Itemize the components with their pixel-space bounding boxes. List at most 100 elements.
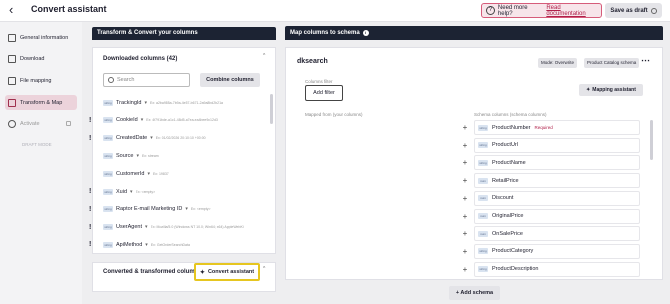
type-tag: string bbox=[103, 99, 113, 106]
add-schema-button[interactable]: + Add schema bbox=[449, 286, 500, 300]
add-mapping-icon[interactable]: + bbox=[460, 212, 470, 221]
magic-wand-icon: ✦ bbox=[586, 87, 591, 93]
column-row[interactable]: string CustomerId ▾ Ex: 19837 bbox=[103, 166, 268, 181]
schema-column[interactable]: num OnSalePrice bbox=[474, 226, 640, 242]
sidebar-item-download[interactable]: Download bbox=[5, 51, 77, 66]
sidebar-item-label: Download bbox=[20, 55, 45, 62]
add-filter-button[interactable]: Add filter bbox=[305, 85, 343, 101]
help-banner: ? Need more help? Read documentation bbox=[481, 3, 602, 18]
more-options-icon[interactable]: ⋯ bbox=[641, 56, 650, 65]
type-tag: string bbox=[103, 135, 113, 142]
column-name: UserAgent bbox=[116, 224, 142, 231]
scrollbar[interactable] bbox=[650, 120, 653, 160]
add-mapping-icon[interactable]: + bbox=[460, 123, 470, 132]
chevron-down-icon[interactable]: ▾ bbox=[130, 189, 133, 195]
type-tag: string bbox=[103, 170, 113, 177]
column-name: Xuid bbox=[116, 188, 128, 195]
schema-column-name: ProductUrl bbox=[492, 142, 518, 149]
schema-column-name: RetailPrice bbox=[492, 177, 519, 184]
column-name: CustomerId bbox=[116, 170, 145, 177]
chevron-down-icon[interactable]: ▾ bbox=[145, 224, 148, 230]
chevron-down-icon[interactable]: ▾ bbox=[145, 242, 148, 248]
chevron-down-icon[interactable]: ▾ bbox=[144, 100, 147, 106]
add-mapping-icon[interactable]: + bbox=[460, 265, 470, 274]
save-as-draft-label: Save as draft bbox=[610, 7, 648, 14]
add-mapping-icon[interactable]: + bbox=[460, 247, 470, 256]
converted-columns-title: Converted & transformed columns bbox=[103, 269, 202, 275]
column-row[interactable]: ! string CookieId ▾ Ex: 4f791bde-a1c1-48d5-a… bbox=[89, 113, 268, 128]
schema-column[interactable]: num RetailPrice bbox=[474, 173, 640, 189]
scrollbar[interactable] bbox=[270, 94, 273, 124]
downloaded-columns-card: Downloaded columns (42) ˆ Search Combine… bbox=[89, 47, 276, 254]
sidebar-item-label: Transform & Map bbox=[20, 99, 63, 106]
column-name: ApiMethod bbox=[116, 241, 143, 248]
sidebar-item-transform-map[interactable]: Transform & Map bbox=[5, 95, 77, 110]
top-bar: ‹ Convert assistant ? Need more help? Re… bbox=[0, 0, 670, 22]
column-row[interactable]: string Source ▾ Ex: stream bbox=[103, 148, 268, 163]
type-tag: string bbox=[478, 124, 488, 131]
schema-row: + num RetailPrice bbox=[460, 173, 644, 189]
column-row[interactable]: ! string CreatedDate ▾ Ex: 01/02/2026 20:10:… bbox=[89, 131, 268, 146]
type-tag: string bbox=[478, 142, 488, 149]
column-row[interactable]: ! string Raptor E-mail Marketing ID ▾ Ex: <e… bbox=[89, 202, 268, 217]
converted-columns-card: Converted & transformed columns ✦ Conver… bbox=[92, 262, 276, 292]
combine-columns-button[interactable]: Combine columns bbox=[200, 73, 260, 87]
schema-column-name: OnSalePrice bbox=[492, 230, 523, 237]
download-icon bbox=[8, 54, 16, 63]
type-tag: string bbox=[478, 159, 488, 166]
search-placeholder: Search bbox=[117, 77, 135, 83]
warning-icon: ! bbox=[89, 205, 92, 213]
back-arrow-icon[interactable]: ‹ bbox=[9, 3, 21, 17]
column-example: Ex: GetOrderSearchData bbox=[150, 242, 190, 247]
mapping-assistant-button[interactable]: ✦ Mapping assistant bbox=[579, 84, 643, 96]
add-mapping-icon[interactable]: + bbox=[460, 229, 470, 238]
search-input[interactable]: Search bbox=[103, 73, 190, 87]
convert-assistant-button[interactable]: ✦ Convert assistant bbox=[194, 263, 260, 281]
schema-column[interactable]: num Discount bbox=[474, 190, 640, 206]
chevron-down-icon[interactable]: ▾ bbox=[185, 206, 188, 212]
schema-column[interactable]: string ProductCategory bbox=[474, 243, 640, 259]
column-row[interactable]: ! string UserAgent ▾ Ex: Mozilla/5.0 (Window… bbox=[89, 220, 268, 235]
save-as-draft-button[interactable]: Save as draft bbox=[605, 3, 662, 18]
column-row[interactable]: string TrackingId ▾ Ex: a2ba985a-7b9a-4e57-… bbox=[103, 95, 268, 110]
sidebar-item-activate[interactable]: Activate bbox=[5, 116, 77, 131]
lock-icon bbox=[66, 121, 71, 126]
chevron-up-icon[interactable]: ˆ bbox=[263, 267, 265, 274]
type-tag: num bbox=[478, 213, 488, 219]
info-icon[interactable]: i bbox=[362, 30, 369, 36]
schema-column[interactable]: string ProductUrl bbox=[474, 137, 640, 153]
info-icon bbox=[650, 7, 657, 14]
sidebar-item-general-information[interactable]: General information bbox=[5, 30, 77, 45]
add-mapping-icon[interactable]: + bbox=[460, 194, 470, 203]
chevron-down-icon[interactable]: ▾ bbox=[150, 135, 153, 141]
activate-icon bbox=[8, 119, 16, 128]
chevron-down-icon[interactable]: ▾ bbox=[147, 171, 150, 177]
schema-column[interactable]: num OriginalPrice bbox=[474, 208, 640, 224]
chevron-up-icon[interactable]: ˆ bbox=[263, 54, 265, 61]
add-mapping-icon[interactable]: + bbox=[460, 176, 470, 185]
schema-column-name: ProductName bbox=[492, 159, 526, 166]
convert-assistant-label: Convert assistant bbox=[207, 269, 255, 275]
schema-column-name: ProductNumber bbox=[492, 124, 531, 131]
schema-column[interactable]: string ProductName bbox=[474, 155, 640, 171]
type-tag: num bbox=[478, 195, 488, 202]
schema-row: + num Discount bbox=[460, 190, 644, 206]
column-row[interactable]: ! string ApiMethod ▾ Ex: GetOrderSearchData bbox=[89, 237, 268, 252]
file-icon bbox=[8, 76, 16, 85]
schema-row: + string ProductDescription bbox=[460, 261, 644, 277]
add-mapping-icon[interactable]: + bbox=[460, 141, 470, 150]
read-documentation-link[interactable]: Read documentation bbox=[546, 5, 601, 17]
schema-column[interactable]: string ProductNumber Required bbox=[474, 120, 640, 135]
warning-icon: ! bbox=[89, 116, 92, 124]
column-row[interactable]: ! string Xuid ▾ Ex: <empty> bbox=[89, 184, 268, 199]
add-mapping-icon[interactable]: + bbox=[460, 158, 470, 167]
schema-row: + num OnSalePrice bbox=[460, 226, 644, 242]
schema-row: + string ProductNumber Required bbox=[460, 120, 644, 135]
chevron-down-icon[interactable]: ▾ bbox=[141, 117, 144, 123]
type-tag: string bbox=[103, 224, 113, 231]
schema-column-name: Discount bbox=[492, 195, 514, 202]
sidebar-item-file-mapping[interactable]: File mapping bbox=[5, 73, 77, 88]
chevron-down-icon[interactable]: ▾ bbox=[136, 153, 139, 159]
schema-column[interactable]: string ProductDescription bbox=[474, 261, 640, 277]
column-example: Ex: 4f791bde-a1c1-48d5-a7ea-ea4bee9c12d3 bbox=[146, 118, 218, 123]
